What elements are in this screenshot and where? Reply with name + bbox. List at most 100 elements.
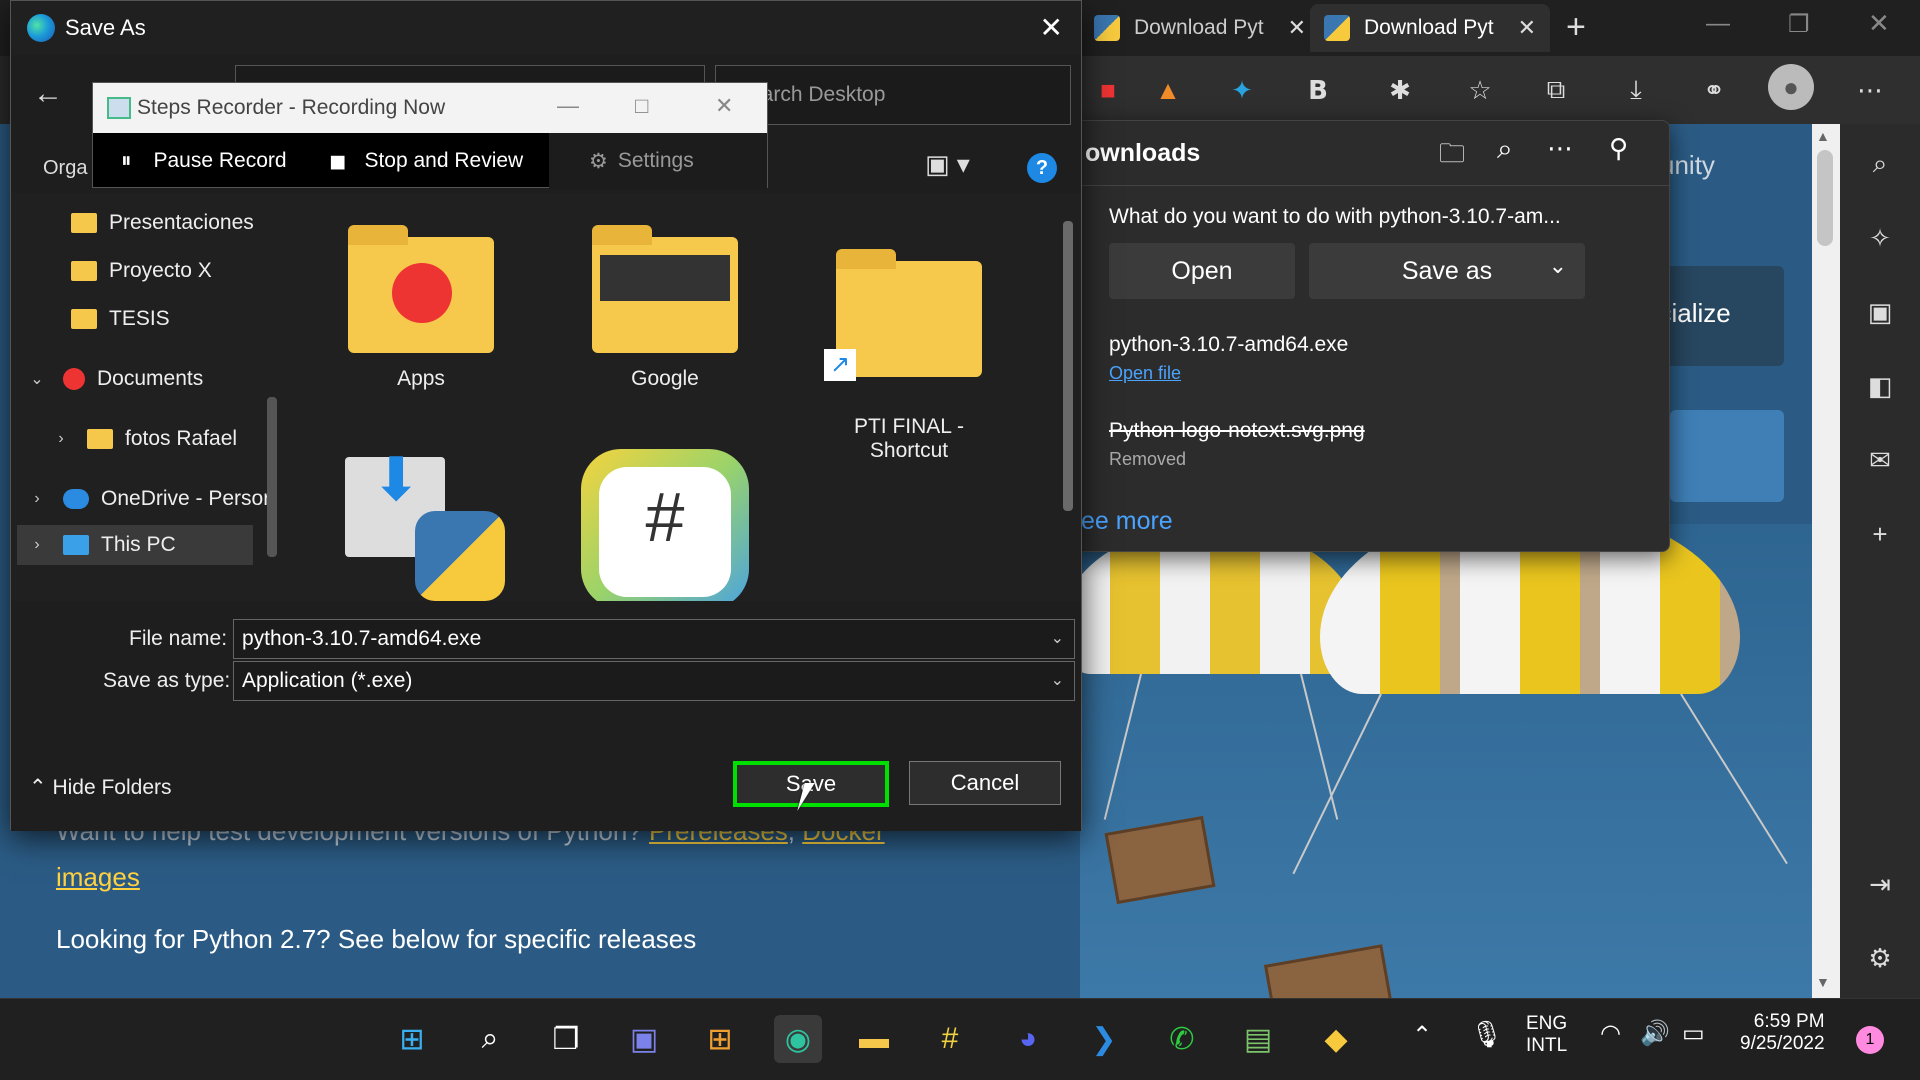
- battery-icon[interactable]: ▭: [1682, 1019, 1705, 1048]
- settings-icon[interactable]: ⚙: [1862, 940, 1898, 976]
- file-list-scrollbar[interactable]: [1063, 221, 1073, 511]
- chevron-right-icon[interactable]: ›: [25, 536, 49, 554]
- hide-sidebar-icon[interactable]: ⇥: [1862, 866, 1898, 902]
- nav-item-tesis[interactable]: TESIS: [71, 301, 170, 337]
- nav-item-proyecto-x[interactable]: Proyecto X: [71, 253, 212, 289]
- open-folder-icon[interactable]: 🗀: [1439, 135, 1465, 179]
- open-button[interactable]: Open: [1109, 243, 1295, 299]
- scroll-down-arrow[interactable]: ▼: [1816, 974, 1830, 990]
- blue-card[interactable]: [1670, 410, 1784, 502]
- add-icon[interactable]: +: [1862, 516, 1898, 552]
- save-type-select[interactable]: Application (*.exe) ⌄: [233, 661, 1075, 701]
- extension-red-icon[interactable]: ■: [1088, 70, 1128, 110]
- nav-item-this-pc[interactable]: › This PC: [17, 525, 253, 565]
- tab-download-python-2[interactable]: Download Pyt ✕: [1310, 4, 1550, 52]
- tab-download-python-1[interactable]: Download Pyt ✕: [1080, 4, 1320, 52]
- stop-and-review-button[interactable]: ◼ Stop and Review: [329, 133, 523, 189]
- close-tab-icon[interactable]: ✕: [1288, 15, 1306, 41]
- close-icon[interactable]: ✕: [1040, 11, 1063, 44]
- notification-badge[interactable]: 1: [1856, 1026, 1884, 1054]
- file-item-google[interactable]: Google: [565, 225, 765, 391]
- bold-b-extension-icon[interactable]: 𝗕: [1298, 70, 1338, 110]
- file-explorer-icon[interactable]: ▬: [850, 1015, 898, 1063]
- share-icon[interactable]: ⚭: [1694, 70, 1734, 110]
- hide-folders-button[interactable]: ⌃ Hide Folders: [29, 775, 172, 800]
- search-icon[interactable]: ⌕: [466, 1015, 514, 1063]
- close-icon[interactable]: ✕: [715, 93, 733, 119]
- settings-button[interactable]: ⚙ Settings: [549, 133, 767, 189]
- favorites-icon[interactable]: ☆: [1460, 70, 1500, 110]
- organize-menu[interactable]: Orga: [43, 157, 87, 180]
- open-file-link[interactable]: Open file: [1109, 363, 1181, 384]
- save-as-button[interactable]: Save as ⌄: [1309, 243, 1585, 299]
- whatsapp-icon[interactable]: ✆: [1158, 1015, 1206, 1063]
- chevron-right-icon[interactable]: ›: [49, 430, 73, 448]
- search-input[interactable]: Search Desktop: [715, 65, 1071, 125]
- help-icon[interactable]: ?: [1027, 153, 1057, 183]
- page-scrollbar[interactable]: [1812, 124, 1840, 998]
- discover-icon[interactable]: ✧: [1862, 220, 1898, 256]
- nav-item-onedrive[interactable]: › OneDrive - Persor: [25, 481, 270, 517]
- python-installer-taskbar-icon[interactable]: ◆: [1312, 1015, 1360, 1063]
- chevron-down-icon[interactable]: ⌄: [1549, 253, 1567, 279]
- file-item-pti-final-shortcut[interactable]: ↗ PTI FINAL - Shortcut: [809, 237, 1009, 487]
- more-menu-icon[interactable]: ⋯: [1850, 70, 1890, 110]
- wifi-icon[interactable]: ◠: [1600, 1019, 1621, 1048]
- close-window-icon[interactable]: ✕: [1868, 8, 1890, 39]
- chevron-down-icon[interactable]: ⌄: [1051, 670, 1064, 690]
- parachute-illustration: [1060, 504, 1812, 998]
- close-tab-icon[interactable]: ✕: [1518, 15, 1536, 41]
- see-more-link[interactable]: ee more: [1081, 507, 1173, 536]
- nav-item-documents[interactable]: ⌄ Documents: [25, 361, 203, 397]
- chevron-right-icon[interactable]: ›: [25, 490, 49, 508]
- minimize-icon[interactable]: —: [1706, 10, 1730, 38]
- maximize-icon[interactable]: ❐: [1788, 10, 1810, 39]
- pause-record-button[interactable]: ⏸ Pause Record: [121, 133, 287, 189]
- file-item-python-installer[interactable]: ⬇: [327, 446, 527, 601]
- show-hidden-icons[interactable]: ⌃: [1412, 1021, 1432, 1050]
- hash-app-icon[interactable]: #: [926, 1015, 974, 1063]
- search-icon[interactable]: ⌕: [1497, 133, 1513, 166]
- collections-icon[interactable]: ⧉: [1536, 70, 1576, 110]
- office-icon[interactable]: ◧: [1862, 368, 1898, 404]
- steps-recorder-taskbar-icon[interactable]: ▤: [1234, 1015, 1282, 1063]
- nav-item-presentaciones[interactable]: Presentaciones: [71, 205, 254, 241]
- nav-item-fotos-rafael[interactable]: › fotos Rafael: [49, 421, 237, 457]
- folder-icon: ↗: [824, 249, 982, 381]
- more-options-icon[interactable]: ⋯: [1547, 133, 1573, 164]
- discord-icon[interactable]: ◕: [1004, 1015, 1052, 1063]
- teams-chat-icon[interactable]: ▣: [620, 1015, 668, 1063]
- nav-pane-scrollbar[interactable]: [267, 397, 277, 557]
- tools-icon[interactable]: ▣: [1862, 294, 1898, 330]
- outlook-icon[interactable]: ✉: [1862, 442, 1898, 478]
- chevron-down-icon[interactable]: ⌄: [1051, 628, 1064, 648]
- clock[interactable]: 6:59 PM 9/25/2022: [1740, 1011, 1825, 1055]
- file-item-apps[interactable]: Apps: [321, 225, 521, 391]
- search-icon[interactable]: ⌕: [1862, 146, 1898, 182]
- windows-start-icon[interactable]: ⊞: [388, 1015, 436, 1063]
- vscode-icon[interactable]: ❯: [1080, 1015, 1128, 1063]
- page-scrollbar-thumb[interactable]: [1817, 150, 1833, 246]
- profile-avatar[interactable]: ●: [1768, 64, 1814, 110]
- minimize-icon[interactable]: —: [557, 93, 579, 119]
- volume-icon[interactable]: 🔊: [1640, 1019, 1670, 1048]
- bird-extension-icon[interactable]: ✦: [1222, 70, 1262, 110]
- language-indicator[interactable]: ENG INTL: [1526, 1013, 1567, 1057]
- microphone-icon[interactable]: 🎙: [1470, 1019, 1503, 1050]
- downloads-icon[interactable]: ⤓: [1616, 70, 1656, 110]
- new-tab-button[interactable]: +: [1566, 8, 1586, 47]
- pin-icon[interactable]: ⚲: [1609, 133, 1628, 164]
- back-arrow-icon[interactable]: ←: [33, 77, 63, 111]
- edge-taskbar-icon[interactable]: ◉: [774, 1015, 822, 1063]
- extensions-puzzle-icon[interactable]: ✱: [1380, 70, 1420, 110]
- images-link[interactable]: images: [56, 862, 140, 892]
- microsoft-store-icon[interactable]: ⊞: [696, 1015, 744, 1063]
- chevron-down-icon[interactable]: ⌄: [25, 369, 49, 389]
- scroll-up-arrow[interactable]: ▲: [1816, 128, 1830, 144]
- file-name-input[interactable]: python-3.10.7-amd64.exe ⌄: [233, 619, 1075, 659]
- metamask-icon[interactable]: ▲: [1148, 70, 1188, 110]
- task-view-icon[interactable]: ❐: [542, 1015, 590, 1063]
- cancel-button[interactable]: Cancel: [909, 761, 1061, 805]
- view-options-icon[interactable]: ▣ ▾: [925, 149, 970, 180]
- maximize-icon[interactable]: □: [635, 93, 648, 119]
